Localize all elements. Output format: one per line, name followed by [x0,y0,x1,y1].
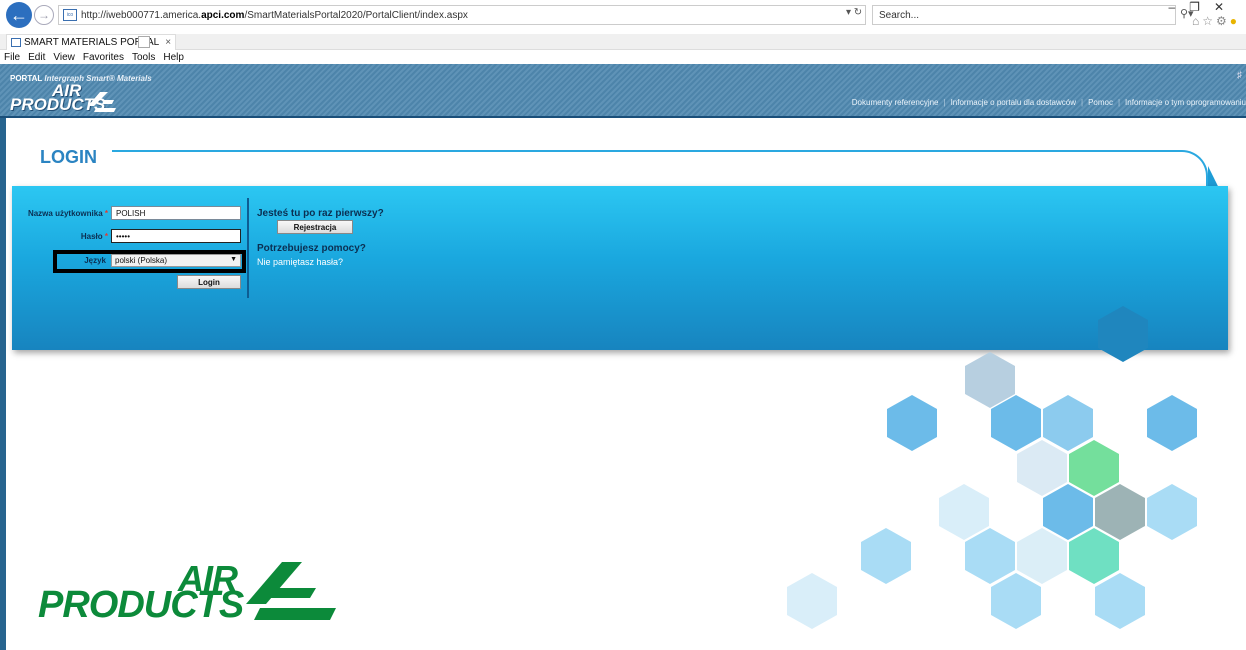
hexagon-decoration [1095,573,1145,629]
hexagon-decoration [787,573,837,629]
username-label-text: Nazwa użytkownika [27,209,103,218]
username-label: Nazwa użytkownika * [12,209,108,218]
nav-separator: | [1080,98,1084,107]
tab-strip: SMART MATERIALS PORTAL × [0,34,1246,50]
arrow-left-icon: ← [10,5,28,25]
hexagon-decoration [887,395,937,451]
tab-close-icon[interactable]: × [165,37,171,48]
login-frame-line [112,150,1208,188]
nav-help[interactable]: Pomoc [1088,98,1113,107]
help-heading: Potrzebujesz pomocy? [257,243,366,254]
hexagon-decoration [965,528,1015,584]
first-time-heading: Jesteś tu po raz pierwszy? [257,208,384,219]
password-value: ••••• [116,232,131,241]
username-value: POLISH [116,209,146,218]
password-label: Hasło * [12,232,108,241]
language-label: Język [84,256,106,265]
smiley-icon[interactable]: ● [1230,14,1240,28]
url-prefix: http://iweb000771.america. [81,9,202,21]
search-placeholder: Search... [879,10,920,21]
menu-help[interactable]: Help [163,52,184,63]
login-button[interactable]: Login [177,275,241,289]
hexagon-decoration [1043,484,1093,540]
tab-favicon-icon [11,38,21,47]
hexagon-decoration [965,352,1015,408]
home-icon[interactable]: ⌂ [1192,14,1202,28]
hexagon-decoration [1017,528,1067,584]
tab-smart-materials-portal[interactable]: SMART MATERIALS PORTAL × [6,34,177,50]
browser-toolbar: ← → ico http://iweb000771.america. apci.c… [0,0,1246,34]
hexagon-decoration [1095,484,1145,540]
username-field[interactable]: POLISH [111,206,241,220]
refresh-icon[interactable]: ▾ ↻ [846,7,862,18]
language-value: polski (Polska) [115,256,168,265]
required-mark: * [104,232,108,241]
register-button[interactable]: Rejestracja [277,220,353,234]
menu-view[interactable]: View [53,52,75,63]
required-mark: * [104,209,108,218]
hexagon-decoration [1147,484,1197,540]
url-path: /SmartMaterialsPortal2020/PortalClient/i… [244,9,468,21]
window-controls: –❐✕ [1168,0,1238,14]
nav-about-software[interactable]: Informacje o tym oprogramowaniu [1125,98,1246,107]
nav-separator: | [943,98,946,107]
hexagon-decoration [1069,528,1119,584]
chevron-down-icon: ▼ [230,256,237,263]
hexagon-decoration [861,528,911,584]
menu-bar: File Edit View Favorites Tools Help [0,50,1246,64]
language-select[interactable]: polski (Polska) ▼ [111,254,241,267]
vertical-separator [247,198,249,298]
menu-file[interactable]: File [4,52,20,63]
toolbar-icons: ⌂☆⚙● [1192,14,1240,28]
search-input[interactable]: Search... [872,5,1176,25]
nav-reference-docs[interactable]: Dokumenty referencyjne [852,98,939,107]
portal-header: PORTAL Intergraph Smart® Materials AIR P… [0,64,1246,118]
password-field[interactable]: ••••• [111,229,241,243]
nav-supplier-portal-info[interactable]: Informacje o portalu dla dostawców [951,98,1076,107]
site-favicon-icon: ico [63,9,77,21]
arrow-right-icon: → [38,8,50,22]
menu-favorites[interactable]: Favorites [83,52,124,63]
hexagon-decoration [939,484,989,540]
back-button[interactable]: ← [6,2,32,28]
hexagon-decoration [991,395,1041,451]
address-bar[interactable]: ico http://iweb000771.america. apci.com/S… [58,5,866,25]
air-products-logo-icon [88,92,116,112]
header-logo: AIR PRODUCTS [10,82,116,113]
portal-label: PORTAL [10,74,43,83]
air-products-mark-icon [246,562,336,620]
restore-icon[interactable]: ❐ [1189,0,1214,14]
hexagon-decoration [1147,395,1197,451]
new-tab-button[interactable] [138,36,150,48]
forward-button[interactable]: → [34,5,54,25]
star-icon[interactable]: ☆ [1202,14,1216,28]
hexagon-decoration [1043,395,1093,451]
close-icon[interactable]: ✕ [1214,0,1238,14]
header-nav: Dokumenty referencyjne | Informacje o por… [852,98,1246,107]
minimize-icon[interactable]: – [1168,0,1189,14]
password-label-text: Hasło [80,232,103,241]
hexagon-decoration [1017,440,1067,496]
menu-tools[interactable]: Tools [132,52,155,63]
login-title: LOGIN [40,147,97,167]
hexagon-decoration [1069,440,1119,496]
footer-logo-products: PRODUCTS [38,584,244,626]
gear-icon[interactable]: ⚙ [1216,14,1230,28]
url-domain: apci.com [201,9,245,21]
footer-logo: AIR PRODUCTS [38,558,338,630]
nav-separator: | [1117,98,1121,107]
forgot-password-link[interactable]: Nie pamiętasz hasła? [257,257,343,267]
hexagon-decoration [991,573,1041,629]
left-edge-bar [0,118,6,650]
menu-edit[interactable]: Edit [28,52,45,63]
speaker-icon[interactable]: ♯ [1237,70,1242,81]
